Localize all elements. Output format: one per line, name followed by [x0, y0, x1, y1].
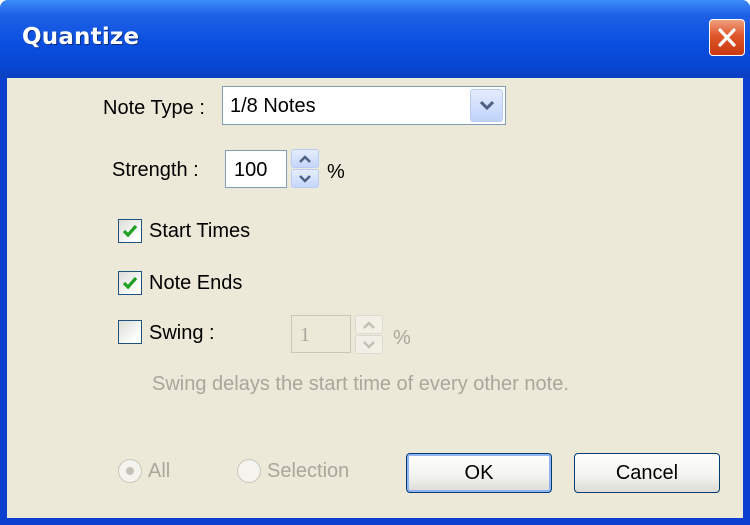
window-title: Quantize	[22, 24, 140, 50]
scope-selection-radio[interactable]	[237, 459, 261, 483]
arrow-up-icon	[299, 155, 311, 163]
start-times-label[interactable]: Start Times	[149, 220, 250, 243]
chevron-down-icon	[480, 100, 494, 111]
title-bar[interactable]: Quantize	[0, 0, 750, 78]
start-times-checkbox[interactable]	[118, 219, 142, 243]
cancel-button[interactable]: Cancel	[574, 453, 720, 493]
arrow-down-icon	[299, 175, 311, 183]
scope-selection-label[interactable]: Selection	[267, 460, 349, 483]
note-type-dropdown-button[interactable]	[470, 89, 503, 122]
close-button[interactable]	[709, 19, 745, 56]
swing-unit: %	[393, 327, 411, 349]
swing-description: Swing delays the start time of every oth…	[152, 373, 569, 395]
swing-increment-button[interactable]	[355, 315, 383, 334]
radio-selected-dot	[126, 467, 134, 475]
note-type-value: 1/8 Notes	[230, 95, 316, 117]
strength-unit: %	[327, 161, 345, 183]
note-type-select[interactable]: 1/8 Notes	[222, 86, 506, 125]
scope-all-label[interactable]: All	[148, 460, 170, 483]
strength-increment-button[interactable]	[291, 149, 319, 168]
note-type-label: Note Type :	[103, 97, 205, 119]
strength-input[interactable]: 100	[225, 150, 287, 188]
arrow-up-icon	[363, 321, 375, 329]
quantize-dialog: Quantize Note Type : 1/8 Notes Strength …	[0, 0, 750, 525]
strength-label: Strength :	[112, 159, 199, 181]
strength-decrement-button[interactable]	[291, 169, 319, 188]
swing-input[interactable]: 1	[291, 315, 351, 353]
checkmark-icon	[122, 224, 138, 238]
ok-button[interactable]: OK	[406, 453, 552, 493]
strength-spinner	[291, 149, 319, 189]
dialog-body	[7, 78, 743, 518]
note-ends-checkbox[interactable]	[118, 271, 142, 295]
close-icon	[718, 28, 736, 47]
arrow-down-icon	[363, 341, 375, 349]
swing-checkbox[interactable]	[118, 320, 142, 344]
note-ends-label[interactable]: Note Ends	[149, 272, 242, 295]
swing-spinner	[355, 315, 383, 355]
swing-decrement-button[interactable]	[355, 335, 383, 354]
checkmark-icon	[122, 276, 138, 290]
scope-all-radio[interactable]	[118, 459, 142, 483]
swing-label[interactable]: Swing :	[149, 322, 215, 345]
